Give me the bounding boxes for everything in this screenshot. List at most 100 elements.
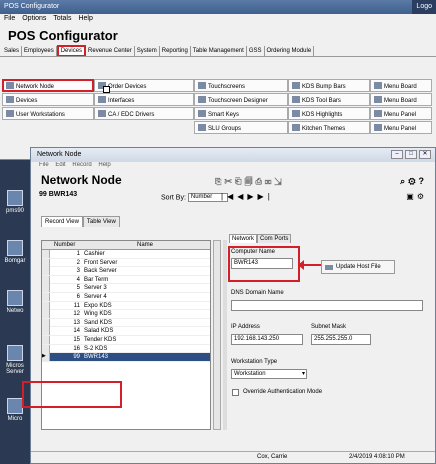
tab-network[interactable]: Network: [229, 234, 258, 243]
row-number: 12: [73, 311, 80, 318]
row-name: Sand KDS: [84, 319, 113, 326]
row-indicator[interactable]: [42, 301, 50, 310]
dlg-menu-file[interactable]: File: [39, 162, 49, 168]
tab-sales[interactable]: Sales: [2, 46, 23, 56]
row-indicator[interactable]: [42, 310, 50, 319]
table-row[interactable]: 16 S-2 KDS: [42, 344, 210, 354]
interfaces-button[interactable]: Interfaces: [94, 93, 194, 106]
override-auth-checkbox[interactable]: [232, 389, 239, 396]
tab-devices[interactable]: Devices: [56, 45, 87, 56]
tab-gss[interactable]: GSS: [247, 46, 265, 56]
tab-employees[interactable]: Employees: [22, 46, 57, 56]
table-row[interactable]: 5 Server 3: [42, 284, 210, 293]
desktop-icon-bomgar[interactable]: Bomgar: [0, 240, 30, 264]
table-row[interactable]: 4 Bar Term: [42, 275, 210, 285]
row-indicator[interactable]: [42, 275, 50, 284]
table-row[interactable]: 2 Front Server: [42, 258, 210, 268]
touchscreens-button[interactable]: Touchscreens: [194, 79, 288, 92]
slu-icon: [198, 124, 206, 131]
row-indicator[interactable]: ▶: [42, 353, 50, 362]
menu-help[interactable]: Help: [78, 15, 92, 22]
kds-icon: [292, 96, 300, 103]
table-row[interactable]: 3 Back Server: [42, 267, 210, 276]
menu-bar: File Options Totals Help: [0, 14, 436, 25]
desktop-icon-network[interactable]: Netwo: [0, 290, 30, 314]
kitchen-themes-button[interactable]: Kitchen Themes: [288, 121, 370, 134]
dlg-menu-record[interactable]: Record: [72, 162, 91, 168]
row-number: 4: [76, 276, 80, 283]
table-row[interactable]: 12 Wing KDS: [42, 310, 210, 319]
record-tools-icons[interactable]: ⎘✂⎗🗐⎙⌧⇲: [215, 176, 285, 190]
desktop-icon-pms90[interactable]: pms90: [0, 190, 30, 214]
row-indicator[interactable]: [42, 292, 50, 301]
maximize-icon[interactable]: □: [405, 150, 417, 159]
menu-file[interactable]: File: [4, 15, 15, 22]
slu-groups-button[interactable]: SLU Groups: [194, 121, 288, 134]
ip-address-input[interactable]: 192.168.143.250: [231, 334, 303, 345]
table-row[interactable]: 13 Sand KDS: [42, 318, 210, 328]
workstation-type-select[interactable]: Workstation: [231, 369, 307, 379]
update-host-file-button[interactable]: Update Host File: [321, 260, 395, 274]
close-icon[interactable]: ✕: [419, 150, 431, 159]
kds-highlights-button[interactable]: KDS Highlights: [288, 107, 370, 120]
tab-com-ports[interactable]: Com Ports: [257, 234, 292, 243]
network-node-button[interactable]: Network Node: [2, 79, 94, 92]
desktop-icon-micros-server[interactable]: Micros Server: [0, 345, 30, 375]
subnet-mask-input[interactable]: 255.255.255.0: [311, 334, 371, 345]
kds-tool-bars-button[interactable]: KDS Tool Bars: [288, 93, 370, 106]
status-timestamp: 2/4/2019 4:08:10 PM: [349, 454, 405, 460]
dlg-menu-edit[interactable]: Edit: [55, 162, 65, 168]
network-icon: [325, 265, 333, 270]
row-name: Server 3: [84, 285, 107, 292]
menu-totals[interactable]: Totals: [53, 15, 71, 22]
row-indicator[interactable]: [42, 318, 50, 327]
minimize-icon[interactable]: –: [391, 150, 403, 159]
table-row[interactable]: 6 Server 4: [42, 292, 210, 302]
row-indicator[interactable]: [42, 335, 50, 344]
menu-options[interactable]: Options: [22, 15, 46, 22]
menu-panel-button[interactable]: Menu Panel: [370, 107, 432, 120]
table-row[interactable]: 15 Tender KDS: [42, 335, 210, 345]
record-navigation-icons[interactable]: |◀◀▶▶|: [221, 192, 274, 201]
logo-button[interactable]: Logo: [412, 0, 436, 14]
selected-row-highlight: [22, 381, 122, 408]
menu-board-button[interactable]: Menu Board: [370, 79, 432, 92]
row-indicator[interactable]: [42, 284, 50, 293]
devices-button[interactable]: Devices: [2, 93, 94, 106]
row-indicator[interactable]: [42, 344, 50, 353]
smart-keys-button[interactable]: Smart Keys: [194, 107, 288, 120]
dialog-menu-bar: File Edit Record Help: [31, 162, 435, 172]
computer-name-input[interactable]: BWR143: [231, 258, 293, 269]
tab-table-view[interactable]: Table View: [82, 216, 120, 227]
table-row[interactable]: 1 Cashier: [42, 250, 210, 259]
touchscreen-designer-button[interactable]: Touchscreen Designer: [194, 93, 288, 106]
table-row[interactable]: 11 Expo KDS: [42, 301, 210, 311]
user-workstations-button[interactable]: User Workstations: [2, 107, 94, 120]
row-indicator[interactable]: [42, 327, 50, 336]
table-row[interactable]: 14 Salad KDS: [42, 327, 210, 336]
search-tools-icons[interactable]: ⌕⚙?: [400, 176, 427, 187]
dns-domain-input[interactable]: [231, 300, 423, 311]
grid-scrollbar[interactable]: [213, 240, 221, 430]
menu-panel-icon: [374, 110, 382, 117]
ca-edc-drivers-button[interactable]: CA / EDC Drivers: [94, 107, 194, 120]
menu-board-button-2[interactable]: Menu Board: [370, 93, 432, 106]
row-indicator[interactable]: [42, 267, 50, 276]
row-name: Tender KDS: [84, 336, 117, 343]
kds-bump-bars-button[interactable]: KDS Bump Bars: [288, 79, 370, 92]
tab-revenue-center[interactable]: Revenue Center: [86, 46, 135, 56]
menu-panel-button-2[interactable]: Menu Panel: [370, 121, 432, 134]
table-row[interactable]: ▶ 99 BWR143: [42, 353, 210, 362]
tab-table-management[interactable]: Table Management: [191, 46, 247, 56]
row-name: Bar Term: [84, 276, 109, 283]
tab-record-view[interactable]: Record View: [41, 216, 83, 227]
tab-system[interactable]: System: [135, 46, 160, 56]
status-user: Cox, Carrie: [257, 454, 288, 460]
key-icon: [198, 110, 206, 117]
tab-reporting[interactable]: Reporting: [160, 46, 191, 56]
save-icons[interactable]: ▣⚙: [406, 192, 427, 201]
row-indicator[interactable]: [42, 250, 50, 258]
tab-ordering-module[interactable]: Ordering Module: [265, 46, 315, 56]
row-indicator[interactable]: [42, 258, 50, 267]
dlg-menu-help[interactable]: Help: [98, 162, 110, 168]
